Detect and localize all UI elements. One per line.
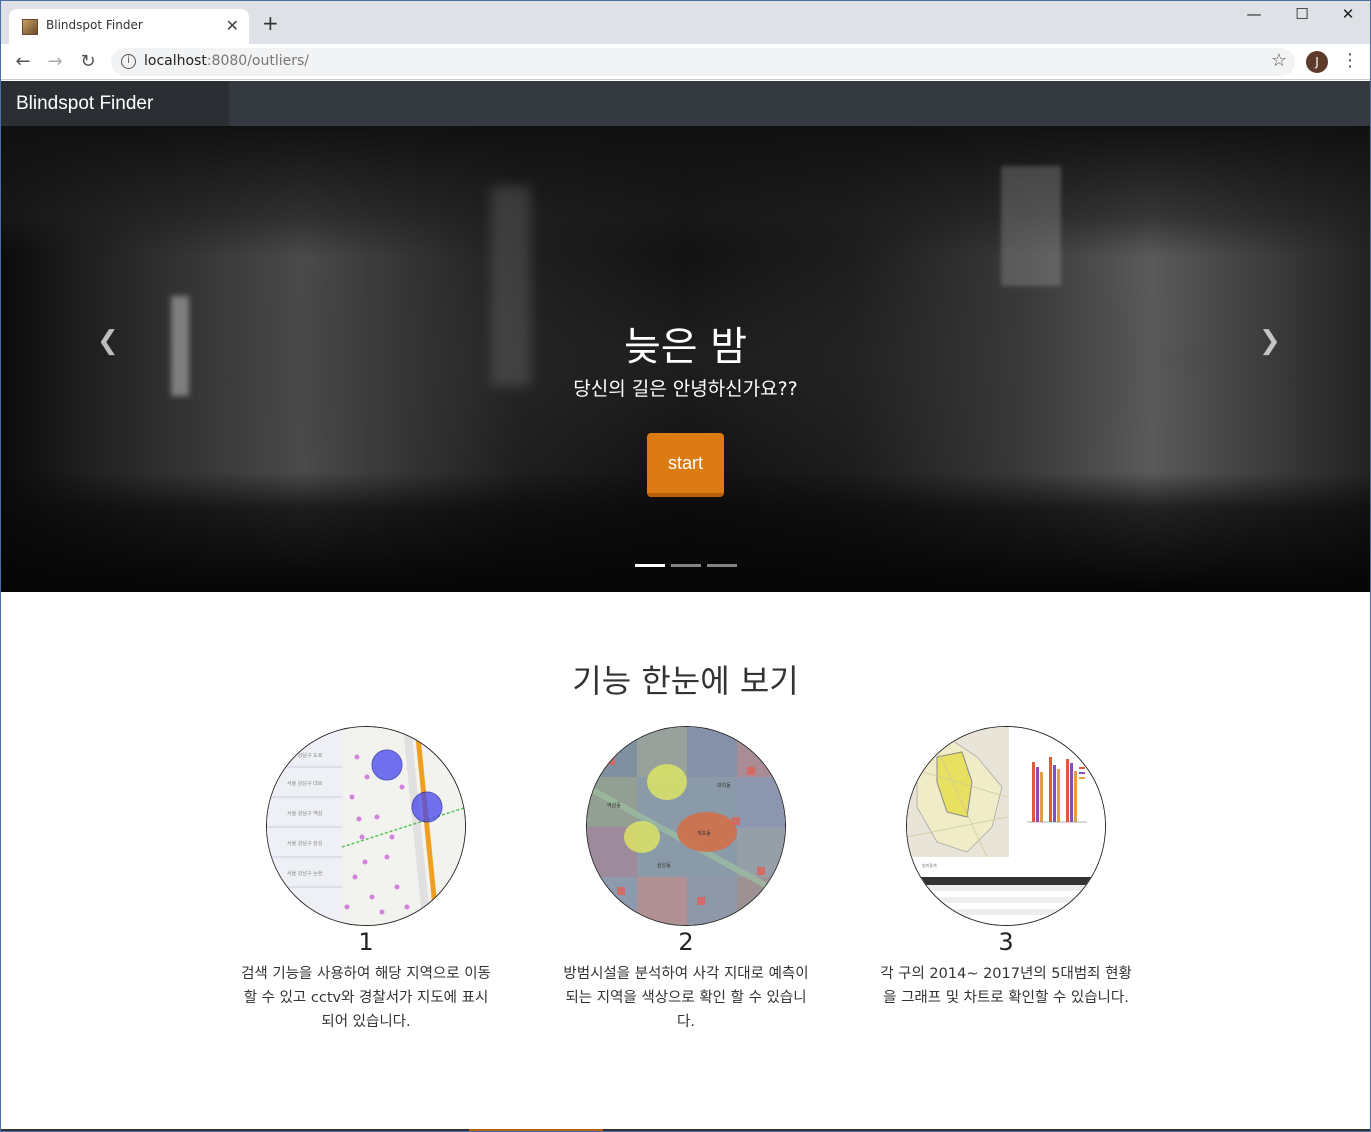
- forward-arrow-icon[interactable]: →: [44, 51, 66, 72]
- hero-bg-window: [1001, 166, 1061, 286]
- browser-window: Blindspot Finder ✕ + — ☐ ✕ ← → ↻ i local…: [0, 0, 1371, 1132]
- feature-card: 서울 강남구 도로서울 강남구 대로서울 강남구 역삼 서울 강남구 삼성서울 …: [236, 726, 496, 1034]
- feature-number: 3: [998, 928, 1014, 956]
- feature-number: 2: [678, 928, 694, 956]
- feature-description: 방범시설을 분석하여 사각 지대로 예측이 되는 지역을 색상으로 확인 할 수…: [563, 966, 809, 1030]
- feature-chart-image[interactable]: 범죄통계: [906, 726, 1106, 926]
- tab-strip: Blindspot Finder ✕ + — ☐ ✕: [1, 1, 1370, 44]
- svg-text:역삼동: 역삼동: [607, 802, 621, 809]
- cctv-map-thumbnail: 서울 강남구 도로서울 강남구 대로서울 강남구 역삼 서울 강남구 삼성서울 …: [267, 727, 465, 925]
- svg-text:서울 강남구 대로: 서울 강남구 대로: [287, 780, 323, 787]
- back-arrow-icon[interactable]: ←: [12, 51, 34, 72]
- page-content: Blindspot Finder ❮ ❯ 늦은 밤 당신의 길은 안녕하신가요?…: [1, 81, 1370, 1131]
- maximize-button[interactable]: ☐: [1287, 5, 1317, 23]
- navbar-brand[interactable]: Blindspot Finder: [1, 81, 229, 126]
- more-menu-icon[interactable]: ⋮: [1341, 50, 1359, 71]
- info-icon[interactable]: i: [121, 54, 136, 69]
- favicon-icon: [22, 19, 38, 35]
- url-path: :8080/outliers/: [206, 53, 309, 69]
- reload-icon[interactable]: ↻: [77, 51, 99, 72]
- carousel-indicator[interactable]: [707, 564, 737, 567]
- start-button[interactable]: start: [647, 433, 724, 497]
- features-title: 기능 한눈에 보기: [572, 662, 799, 700]
- feature-number: 1: [358, 928, 374, 956]
- browser-tab[interactable]: Blindspot Finder ✕: [9, 9, 249, 44]
- blindspot-heatmap-thumbnail: 역삼동 대치동삼성동 개포동: [587, 727, 785, 925]
- svg-text:서울 강남구 역삼: 서울 강남구 역삼: [287, 810, 323, 817]
- bookmark-star-icon[interactable]: ☆: [1271, 50, 1287, 71]
- feature-card: 역삼동 대치동삼성동 개포동 2 방범시설을 분석하여 사각 지대로 예측이 되는 …: [556, 726, 816, 1034]
- svg-text:대치동: 대치동: [717, 782, 731, 789]
- url-host: localhost: [144, 53, 207, 69]
- navbar: Blindspot Finder: [1, 81, 1370, 126]
- new-tab-button[interactable]: +: [262, 13, 279, 33]
- minimize-button[interactable]: —: [1239, 5, 1269, 23]
- hero-title: 늦은 밤: [623, 324, 748, 370]
- svg-text:서울 강남구 논현: 서울 강남구 논현: [287, 870, 323, 877]
- feature-description: 검색 기능을 사용하여 해당 지역으로 이동할 수 있고 cctv와 경찰서가 …: [241, 966, 491, 1030]
- svg-text:범죄통계: 범죄통계: [922, 862, 937, 868]
- url-bar[interactable]: i localhost:8080/outliers/ ☆: [111, 48, 1295, 76]
- svg-text:서울 강남구 삼성: 서울 강남구 삼성: [287, 840, 322, 847]
- hero-subtitle: 당신의 길은 안녕하신가요??: [573, 378, 798, 400]
- feature-description: 각 구의 2014~ 2017년의 5대범죄 현황을 그래프 및 차트로 확인할…: [880, 966, 1132, 1006]
- tab-close-icon[interactable]: ✕: [226, 16, 239, 35]
- hero-carousel: ❮ ❯ 늦은 밤 당신의 길은 안녕하신가요?? start: [1, 126, 1370, 592]
- feature-card: 범죄통계 3 각 구의 2014~ 2017년의 5대범죄 현황을 그래프 및 …: [876, 726, 1136, 1010]
- svg-text:삼성동: 삼성동: [657, 862, 671, 869]
- feature-map-image[interactable]: 서울 강남구 도로서울 강남구 대로서울 강남구 역삼 서울 강남구 삼성서울 …: [266, 726, 466, 926]
- close-window-button[interactable]: ✕: [1333, 5, 1363, 23]
- hero-bg-ceiling: [1, 126, 1370, 256]
- crime-stats-thumbnail: 범죄통계: [907, 727, 1105, 925]
- address-toolbar: ← → ↻ i localhost:8080/outliers/ ☆ J ⋮: [1, 44, 1370, 80]
- carousel-indicator[interactable]: [671, 564, 701, 567]
- carousel-indicators: [635, 564, 745, 567]
- svg-text:개포동: 개포동: [697, 830, 711, 837]
- carousel-indicator[interactable]: [635, 564, 665, 567]
- svg-text:서울 강남구 도로: 서울 강남구 도로: [287, 752, 323, 759]
- profile-avatar[interactable]: J: [1306, 51, 1328, 73]
- url-text[interactable]: localhost:8080/outliers/: [144, 53, 309, 69]
- feature-heatmap-image[interactable]: 역삼동 대치동삼성동 개포동: [586, 726, 786, 926]
- tab-title: Blindspot Finder: [46, 18, 143, 32]
